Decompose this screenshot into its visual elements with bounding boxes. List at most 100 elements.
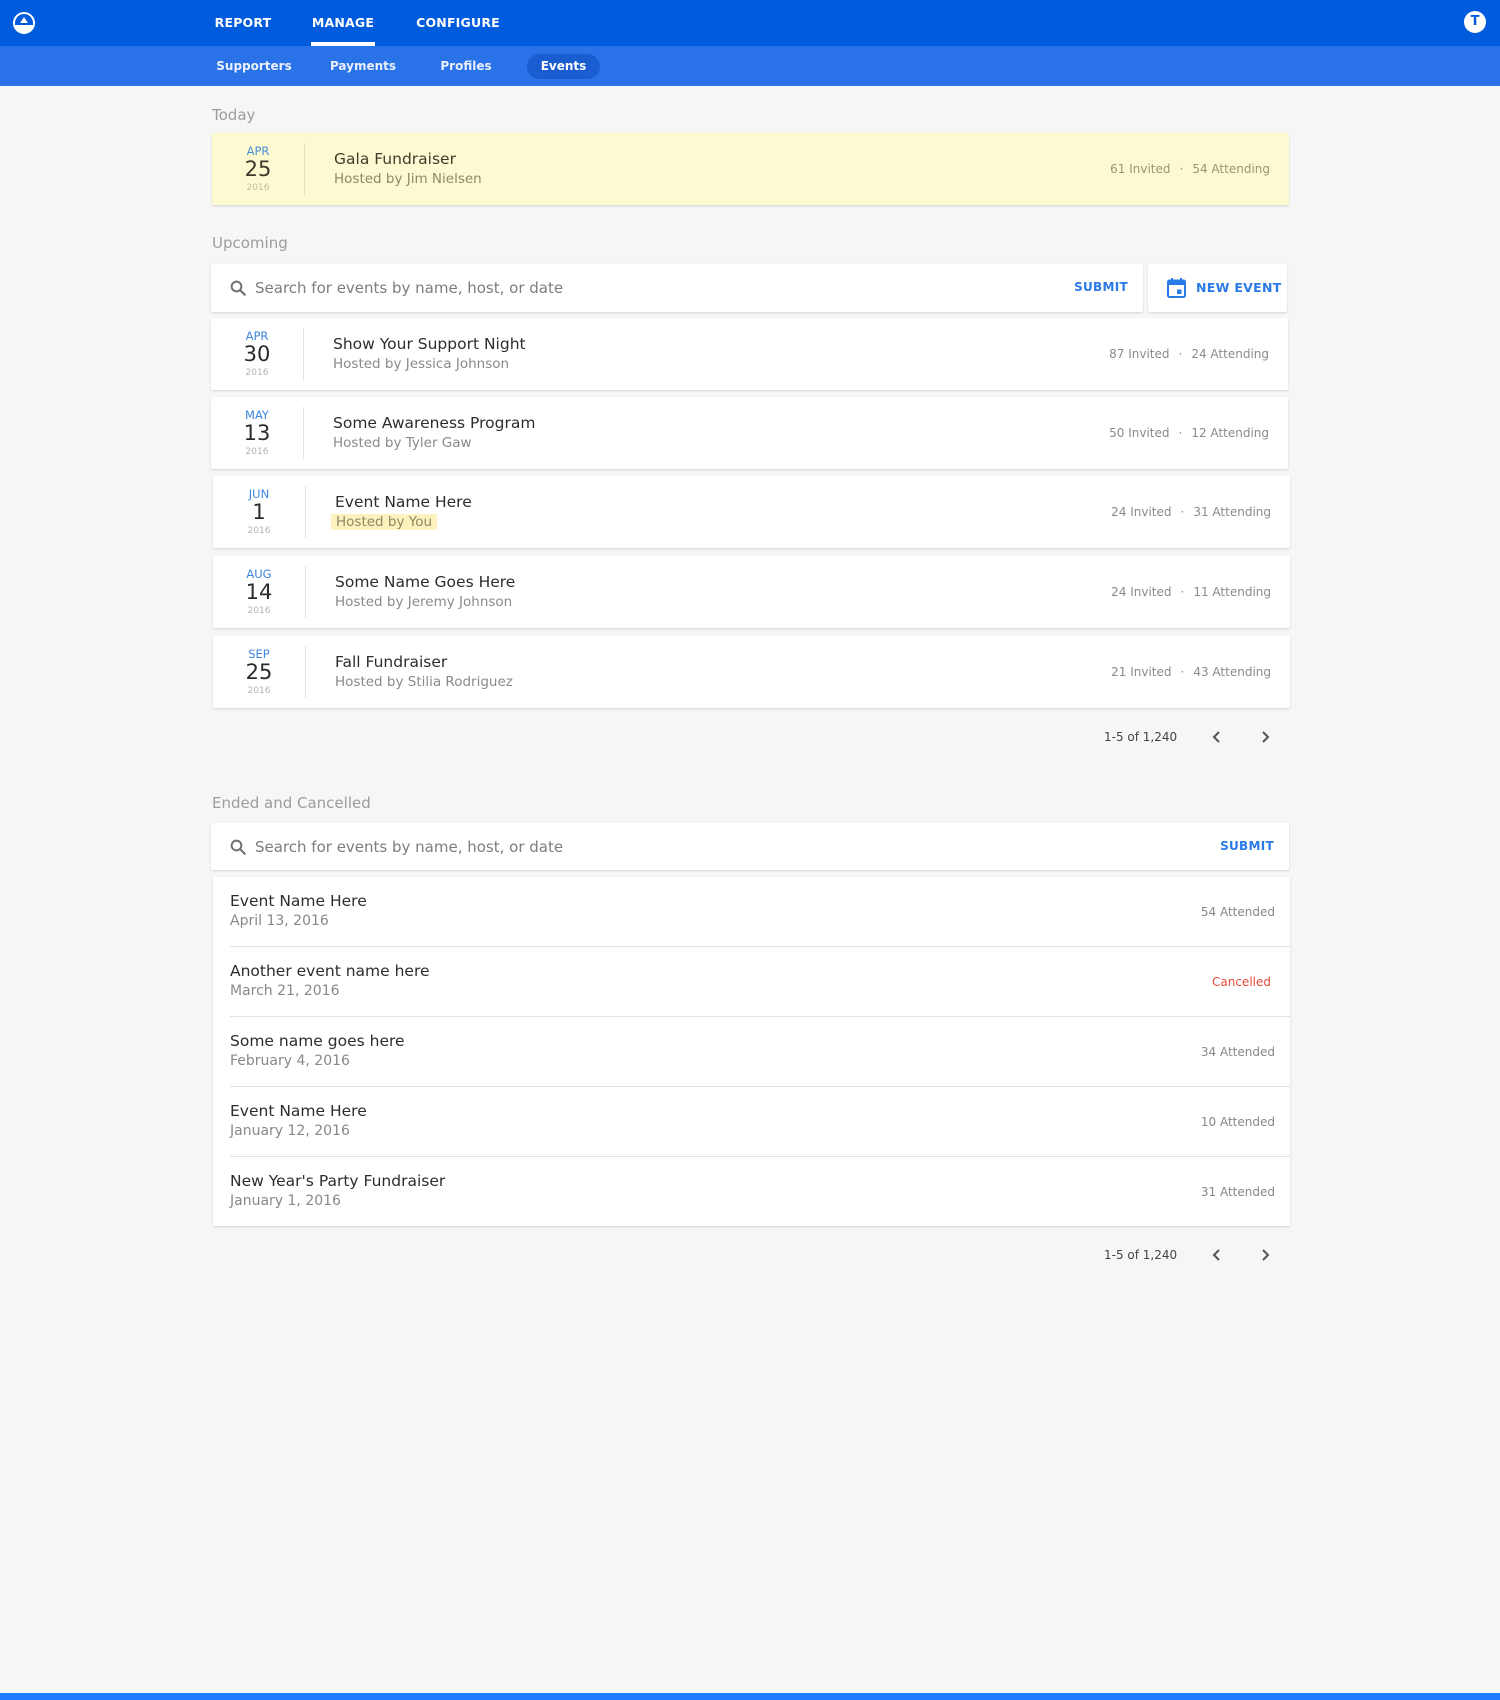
event-name: Event Name Here <box>230 1102 367 1120</box>
event-stats: 24 Invited · 11 Attending <box>1111 556 1271 628</box>
today-event-card[interactable]: APR 25 2016 Gala Fundraiser Hosted by Ji… <box>212 133 1289 205</box>
event-date: APR 30 2016 <box>211 318 303 390</box>
sub-nav-bar: Supporters Payments Profiles Events <box>0 46 1500 86</box>
upcoming-event-card[interactable]: AUG 14 2016 Some Name Goes Here Hosted by Je… <box>213 556 1290 628</box>
chevron-left-icon[interactable] <box>1208 1246 1226 1264</box>
chevron-left-icon[interactable] <box>1208 728 1226 746</box>
event-month: SEP <box>248 647 270 661</box>
top-nav-bar: REPORT MANAGE CONFIGURE T <box>0 0 1500 46</box>
date-divider <box>305 646 306 698</box>
event-year: 2016 <box>246 183 270 193</box>
event-name: Some Awareness Program <box>333 414 536 432</box>
upcoming-search-input[interactable] <box>255 264 955 312</box>
new-event-button[interactable]: NEW EVENT <box>1148 264 1287 312</box>
date-divider <box>304 143 305 195</box>
separator-dot: · <box>1180 665 1185 679</box>
upcoming-event-card[interactable]: JUN 1 2016 Event Name Here Hosted by You 24 I… <box>213 476 1290 548</box>
event-name: Event Name Here <box>335 493 472 511</box>
event-date: MAY 13 2016 <box>211 397 303 469</box>
event-name: Fall Fundraiser <box>335 653 448 671</box>
app-logo-icon[interactable] <box>13 12 35 34</box>
invited-count: 50 Invited <box>1109 426 1170 440</box>
ended-search-input[interactable] <box>255 823 955 870</box>
event-date: JUN 1 2016 <box>213 476 305 548</box>
separator-dot: · <box>1179 162 1184 176</box>
event-stats: 61 Invited · 54 Attending <box>1110 133 1270 205</box>
event-host: Hosted by Jim Nielsen <box>334 171 482 187</box>
attending-count: 31 Attending <box>1193 505 1271 519</box>
tab-report[interactable]: REPORT <box>210 0 276 46</box>
event-day: 14 <box>245 580 273 604</box>
event-stats: 87 Invited · 24 Attending <box>1109 318 1269 390</box>
invited-count: 61 Invited <box>1110 162 1171 176</box>
search-icon <box>230 839 246 855</box>
date-divider <box>303 407 304 459</box>
date-divider <box>303 328 304 380</box>
upcoming-section-label: Upcoming <box>212 234 288 252</box>
event-year: 2016 <box>245 447 269 457</box>
event-name: Event Name Here <box>230 892 367 910</box>
invited-count: 24 Invited <box>1111 585 1172 599</box>
upcoming-event-card[interactable]: SEP 25 2016 Fall Fundraiser Hosted by Stilia… <box>213 636 1290 708</box>
attended-count: 31 Attended <box>1200 1185 1275 1199</box>
pagination-count: 1-5 of 1,240 <box>1104 1248 1178 1262</box>
event-date: January 12, 2016 <box>230 1123 350 1139</box>
upcoming-event-card[interactable]: MAY 13 2016 Some Awareness Program Hosted by… <box>211 397 1288 469</box>
event-stats: 24 Invited · 31 Attending <box>1111 476 1271 548</box>
chevron-right-icon[interactable] <box>1256 728 1274 746</box>
ended-event-row[interactable]: New Year's Party Fundraiser January 1, 20… <box>213 1157 1290 1227</box>
ended-event-row[interactable]: Event Name Here January 12, 2016 10 Attend… <box>213 1087 1290 1157</box>
event-host: Hosted by Stilia Rodriguez <box>335 674 513 690</box>
attending-count: 24 Attending <box>1191 347 1269 361</box>
event-host: Hosted by Jessica Johnson <box>333 356 510 372</box>
subtab-profiles[interactable]: Profiles <box>430 54 502 79</box>
event-date: AUG 14 2016 <box>213 556 305 628</box>
event-name: Show Your Support Night <box>333 335 526 353</box>
attending-count: 54 Attending <box>1192 162 1270 176</box>
separator-dot: · <box>1178 426 1183 440</box>
upcoming-event-card[interactable]: APR 30 2016 Show Your Support Night Hosted b… <box>211 318 1288 390</box>
ended-search-bar: SUBMIT <box>211 823 1289 870</box>
event-name: Gala Fundraiser <box>334 150 456 168</box>
event-day: 1 <box>252 500 266 524</box>
event-date: APR 25 2016 <box>212 133 304 205</box>
ended-pagination: 1-5 of 1,240 <box>1104 1248 1284 1264</box>
ended-events-list: Event Name Here April 13, 2016 54 Attended… <box>213 877 1290 1226</box>
event-name: Some Name Goes Here <box>335 573 516 591</box>
event-stats: 21 Invited · 43 Attending <box>1111 636 1271 708</box>
event-host: Hosted by Jeremy Johnson <box>335 594 513 610</box>
attending-count: 43 Attending <box>1193 665 1271 679</box>
new-event-label: NEW EVENT <box>1196 280 1282 295</box>
date-divider <box>305 566 306 618</box>
event-year: 2016 <box>245 368 269 378</box>
date-divider <box>305 486 306 538</box>
event-date: January 1, 2016 <box>230 1193 341 1209</box>
ended-event-row[interactable]: Event Name Here April 13, 2016 54 Attended <box>213 877 1290 947</box>
chevron-right-icon[interactable] <box>1256 1246 1274 1264</box>
invited-count: 87 Invited <box>1109 347 1170 361</box>
invited-count: 24 Invited <box>1111 505 1172 519</box>
event-date: March 21, 2016 <box>230 983 340 999</box>
event-year: 2016 <box>247 686 271 696</box>
separator-dot: · <box>1178 347 1183 361</box>
event-year: 2016 <box>247 526 271 536</box>
user-avatar[interactable]: T <box>1464 11 1486 33</box>
subtab-supporters[interactable]: Supporters <box>214 54 294 79</box>
tab-manage[interactable]: MANAGE <box>311 0 375 46</box>
ended-event-row[interactable]: Another event name here March 21, 2016 Can… <box>213 947 1290 1017</box>
event-host: Hosted by You <box>331 514 438 530</box>
attended-count: 10 Attended <box>1200 1115 1275 1129</box>
pagination-count: 1-5 of 1,240 <box>1104 730 1178 744</box>
ended-submit-button[interactable]: SUBMIT <box>1220 823 1274 870</box>
ended-event-row[interactable]: Some name goes here February 4, 2016 34 At… <box>213 1017 1290 1087</box>
subtab-payments[interactable]: Payments <box>323 54 403 79</box>
event-day: 13 <box>243 421 271 445</box>
tab-configure[interactable]: CONFIGURE <box>414 0 502 46</box>
event-name: Some name goes here <box>230 1032 405 1050</box>
event-date: February 4, 2016 <box>230 1053 350 1069</box>
separator-dot: · <box>1180 585 1185 599</box>
upcoming-submit-button[interactable]: SUBMIT <box>1074 264 1128 312</box>
subtab-events[interactable]: Events <box>527 54 600 79</box>
event-date: SEP 25 2016 <box>213 636 305 708</box>
event-day: 25 <box>245 660 273 684</box>
